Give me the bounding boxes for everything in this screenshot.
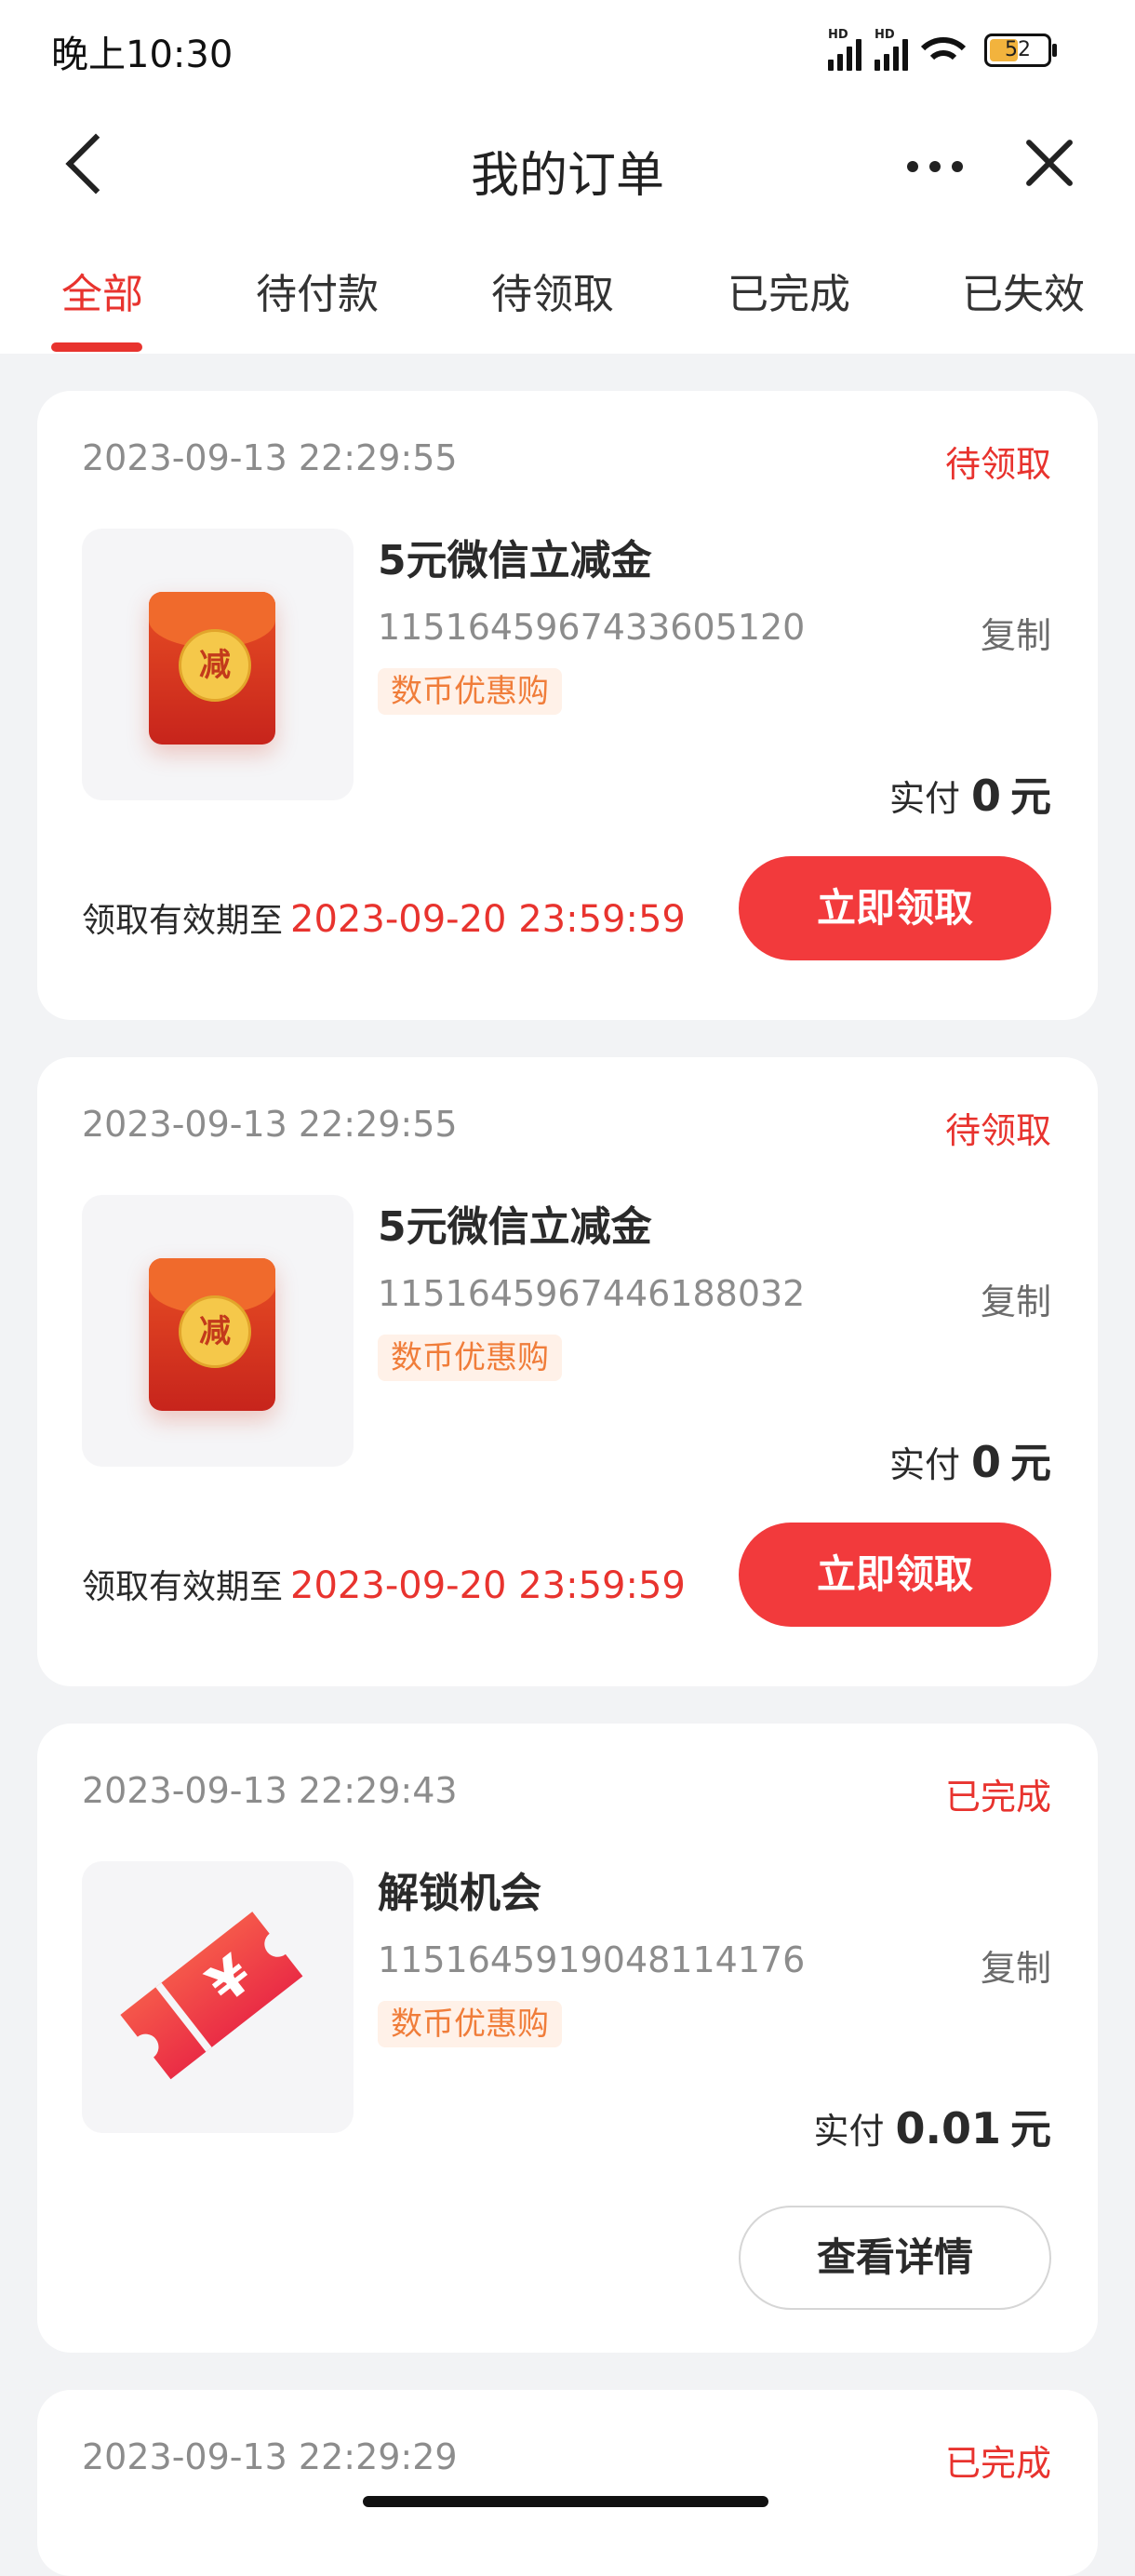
order-status: 已完成 — [944, 2443, 1051, 2484]
close-icon[interactable] — [1023, 138, 1075, 190]
claim-expiry: 领取有效期至 2023-09-20 23:59:59 — [82, 1564, 686, 1607]
paid-amount: 实付 0.01 元 — [813, 2103, 1051, 2153]
cellular-signal-icon: HD — [828, 28, 861, 71]
promo-tag: 数币优惠购 — [378, 1335, 562, 1381]
more-options-icon[interactable] — [907, 161, 963, 172]
product-thumbnail: ¥ — [82, 1861, 354, 2133]
promo-tag: 数币优惠购 — [378, 2001, 562, 2047]
wifi-icon — [921, 34, 966, 71]
order-time: 2023-09-13 22:29:29 — [82, 2436, 458, 2477]
product-name: 5元微信立减金 — [378, 1203, 652, 1251]
home-indicator[interactable] — [363, 2496, 768, 2507]
order-status: 待领取 — [944, 444, 1051, 485]
product-name: 5元微信立减金 — [378, 537, 652, 584]
order-card[interactable]: 2023-09-13 22:29:55 待领取 减 5元微信立减金 115164… — [37, 1057, 1098, 1686]
status-bar: 晚上10:30 HD HD 52 — [0, 0, 1135, 101]
page-title: 我的订单 — [470, 148, 664, 204]
order-card[interactable]: 2023-09-13 22:29:29 已完成 — [37, 2390, 1098, 2576]
tab-all[interactable]: 全部 — [61, 261, 143, 320]
order-time: 2023-09-13 22:29:55 — [82, 437, 458, 478]
copy-button[interactable]: 复制 — [981, 1939, 1051, 1991]
tab-to-claim[interactable]: 待领取 — [491, 261, 614, 320]
paid-amount: 实付 0 元 — [888, 771, 1051, 821]
tab-completed[interactable]: 已完成 — [728, 261, 850, 320]
nav-bar: 我的订单 — [0, 101, 1135, 231]
tab-expired[interactable]: 已失效 — [962, 261, 1085, 320]
view-details-button[interactable]: 查看详情 — [739, 2206, 1051, 2310]
order-time: 2023-09-13 22:29:43 — [82, 1770, 458, 1811]
product-thumbnail: 减 — [82, 529, 354, 800]
order-number: 1151645967446188032 — [378, 1273, 806, 1314]
battery-icon: 52 — [984, 34, 1057, 67]
active-tab-indicator — [51, 342, 142, 352]
tab-pending-payment[interactable]: 待付款 — [256, 261, 379, 320]
copy-button[interactable]: 复制 — [981, 1273, 1051, 1324]
order-status: 待领取 — [944, 1110, 1051, 1151]
claim-now-button[interactable]: 立即领取 — [739, 856, 1051, 960]
red-envelope-icon: 减 — [149, 1258, 275, 1411]
ticket-icon: ¥ — [120, 1912, 303, 2080]
order-number: 1151645967433605120 — [378, 607, 806, 648]
order-tabs: 全部 待付款 待领取 已完成 已失效 — [0, 249, 1135, 354]
claim-expiry: 领取有效期至 2023-09-20 23:59:59 — [82, 898, 686, 941]
order-card[interactable]: 2023-09-13 22:29:55 待领取 减 5元微信立减金 115164… — [37, 391, 1098, 1020]
promo-tag: 数币优惠购 — [378, 668, 562, 715]
product-thumbnail: 减 — [82, 1195, 354, 1467]
cellular-signal-icon: HD — [875, 28, 908, 71]
red-envelope-icon: 减 — [149, 592, 275, 745]
status-time: 晚上10:30 — [51, 34, 234, 76]
order-status: 已完成 — [944, 1777, 1051, 1818]
order-card[interactable]: 2023-09-13 22:29:43 已完成 ¥ 解锁机会 115164591… — [37, 1724, 1098, 2353]
product-name: 解锁机会 — [378, 1870, 541, 1917]
order-number: 1151645919048114176 — [378, 1939, 806, 1980]
status-icons: HD HD 52 — [828, 26, 1057, 71]
order-time: 2023-09-13 22:29:55 — [82, 1104, 458, 1145]
battery-level: 52 — [1005, 38, 1031, 61]
top-bar: 晚上10:30 HD HD 52 我的订单 全部 待付款 待领取 已完成 已失效 — [0, 0, 1135, 354]
claim-now-button[interactable]: 立即领取 — [739, 1523, 1051, 1627]
copy-button[interactable]: 复制 — [981, 607, 1051, 658]
paid-amount: 实付 0 元 — [888, 1437, 1051, 1487]
